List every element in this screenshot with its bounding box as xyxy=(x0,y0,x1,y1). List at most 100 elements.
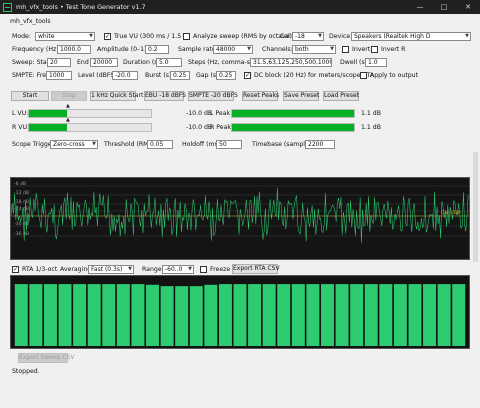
burst-input[interactable]: 0.25 xyxy=(170,71,190,80)
true-vu-checkbox[interactable]: True VU (300 ms / 1.5 s) xyxy=(104,32,189,41)
l-vu-meter-fill xyxy=(29,110,67,117)
duration-input[interactable]: 5.0 xyxy=(156,58,182,67)
checkbox-box xyxy=(244,71,251,80)
checkbox-box xyxy=(12,265,19,274)
window-controls: — □ ✕ xyxy=(408,0,480,14)
freeze-checkbox[interactable]: Freeze xyxy=(200,265,230,274)
chevron-down-icon: ▼ xyxy=(92,141,96,147)
cal-select[interactable]: -18 ▼ xyxy=(292,32,324,41)
analyze-sweep-checkbox[interactable]: Analyze sweep (RMS by octave) xyxy=(183,32,292,41)
dc-block-checkbox[interactable]: DC block (20 Hz) for meters/scope/RTA xyxy=(244,71,374,80)
rta-enable-checkbox[interactable]: RTA 1/3-oct xyxy=(12,265,57,274)
amplitude-input[interactable]: 0.2 xyxy=(145,45,169,54)
mode-select[interactable]: white ▼ xyxy=(35,32,95,41)
chevron-down-icon: ▼ xyxy=(330,46,334,52)
chevron-down-icon: ▼ xyxy=(188,266,192,272)
vertical-scrollbar[interactable] xyxy=(473,152,478,262)
rta-bar xyxy=(131,284,145,346)
scope-trigger-select[interactable]: Zero-cross ▼ xyxy=(50,140,98,149)
frequency-input[interactable]: 1000.0 xyxy=(57,45,91,54)
rta-bar xyxy=(379,284,393,346)
l-peak-meter xyxy=(231,109,355,118)
timebase-input[interactable]: 2200 xyxy=(305,140,335,149)
rta-bar xyxy=(189,286,203,346)
smpte-freq-label: SMPTE: Freq xyxy=(12,72,50,79)
dwell-label: Dwell (s) xyxy=(340,59,368,66)
start-button[interactable]: Start xyxy=(11,91,49,101)
window-title: mh_vfx_tools • Test Tone Generator v1.7 xyxy=(16,3,146,11)
gap-input[interactable]: 0.25 xyxy=(216,71,236,80)
range-select[interactable]: -60..0 ▼ xyxy=(162,265,194,274)
channels-label: Channels: xyxy=(262,46,293,53)
smpte-preset-button[interactable]: SMPTE -20 dBFS xyxy=(188,91,238,101)
rta-bar xyxy=(408,284,422,346)
maximize-button[interactable]: □ xyxy=(432,0,456,14)
device-select[interactable]: Speakers (Realtek High D ▼ xyxy=(351,32,471,41)
checkbox-box xyxy=(342,46,349,53)
l-peak-meter-fill xyxy=(232,110,354,117)
dwell-input[interactable]: 1.0 xyxy=(365,58,387,67)
rta-bar xyxy=(58,284,72,346)
minimize-button[interactable]: — xyxy=(408,0,432,14)
r-vu-meter-fill xyxy=(29,124,67,131)
rta-bar xyxy=(452,284,466,346)
title-bar: mh_vfx_tools • Test Tone Generator v1.7 … xyxy=(0,0,480,14)
save-preset-button[interactable]: Save Preset xyxy=(283,91,319,101)
holdoff-input[interactable]: 50 xyxy=(216,140,242,149)
channels-select[interactable]: both ▼ xyxy=(292,45,336,54)
steps-input[interactable]: 31.5,63,125,250,500,1000,2000,40 xyxy=(250,58,332,67)
rta-bar xyxy=(350,284,364,346)
apply-to-output-checkbox[interactable]: Apply to output xyxy=(360,71,418,80)
close-button[interactable]: ✕ xyxy=(456,0,480,14)
scope-grid-label: -36 dB xyxy=(14,231,29,237)
checkbox-box xyxy=(183,33,190,40)
ebu-preset-button[interactable]: EBU -18 dBFS xyxy=(144,91,186,101)
averaging-select[interactable]: Fast (0.3s) ▼ xyxy=(88,265,134,274)
load-preset-button[interactable]: Load Preset xyxy=(323,91,359,101)
chevron-down-icon: ▼ xyxy=(318,33,322,39)
stop-button[interactable]: Stop xyxy=(51,91,87,101)
freeze-label: Freeze xyxy=(210,266,231,273)
level-input[interactable]: -20.0 xyxy=(112,71,138,80)
sweep-start-input[interactable]: 20 xyxy=(47,58,71,67)
invert-r-label: Invert R xyxy=(381,46,406,53)
oscilloscope-display: -6 dB -12 dB -18 dB -24 dB -30 dB -36 dB Cal (… xyxy=(10,177,470,260)
rta-bar xyxy=(175,286,189,346)
rta-canvas xyxy=(14,284,466,346)
sample-rate-select[interactable]: 48000 ▼ xyxy=(213,45,253,54)
rta-bar xyxy=(116,284,130,346)
rta-bar xyxy=(437,284,451,346)
rta-bar xyxy=(248,284,262,346)
sweep-end-input[interactable]: 20000 xyxy=(90,58,118,67)
frequency-label: Frequency (Hz): xyxy=(12,46,61,53)
r-peak-db-value: 1.1 dB xyxy=(361,124,381,131)
rta-bar xyxy=(233,284,247,346)
export-sweep-csv-button[interactable]: Export Sweep CSV xyxy=(18,353,74,363)
checkbox-box xyxy=(200,266,207,273)
analyze-sweep-label: Analyze sweep (RMS by octave) xyxy=(193,33,292,40)
dc-block-label: DC block (20 Hz) for meters/scope/RTA xyxy=(254,72,374,79)
invert-r-checkbox[interactable]: Invert R xyxy=(371,45,405,54)
r-vu-label: R VU: xyxy=(12,124,30,131)
mode-label: Mode: xyxy=(12,33,31,40)
l-peak-label: L Peak: xyxy=(210,110,233,117)
checkbox-box xyxy=(371,46,378,53)
cal-label: Cal: xyxy=(280,33,292,40)
rta-bar xyxy=(73,284,87,346)
threshold-input[interactable]: 0.05 xyxy=(147,140,173,149)
reset-peaks-button[interactable]: Reset Peaks xyxy=(242,91,279,101)
amplitude-label: Amplitude (0–1): xyxy=(97,46,149,53)
apply-to-output-label: Apply to output xyxy=(370,72,419,79)
sample-rate-value: 48000 xyxy=(216,46,236,53)
export-rta-csv-button[interactable]: Export RTA CSV xyxy=(232,264,280,274)
rta-bar xyxy=(306,284,320,346)
rta-bar xyxy=(218,284,232,346)
rta-bar xyxy=(393,284,407,346)
r-vu-meter xyxy=(28,123,152,132)
rta-bar xyxy=(364,284,378,346)
sweep-start-label: Sweep: Start xyxy=(12,59,52,66)
r-peak-meter xyxy=(231,123,355,132)
chevron-down-icon: ▼ xyxy=(247,46,251,52)
smpte-freq-input[interactable]: 1000 xyxy=(46,71,72,80)
quick-start-button[interactable]: 1 kHz Quick Start xyxy=(90,91,143,101)
